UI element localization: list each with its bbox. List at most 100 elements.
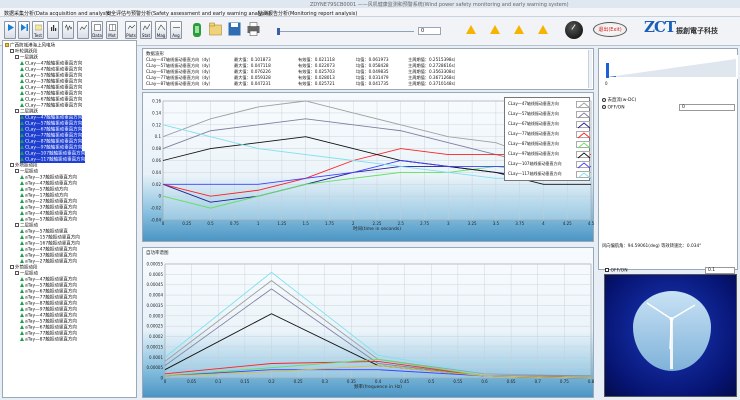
statistics-panel: 数据波形 CLay—47轴线振动垂直方向（dy） 最大值：0.101873 有效值：… [142,48,594,90]
x-tick-label: 2 [352,221,355,226]
checkbox-icon [10,49,14,53]
x-tick-label: 0.35 [347,379,356,384]
sensor-icon [20,73,24,77]
legend-item[interactable]: CLay—57轴线振动垂直方向 [508,111,591,119]
legend-label: CLay—117轴线振动垂直方向 [508,171,562,176]
x-tick-label: 0.55 [453,379,462,384]
legend-swatch [576,131,591,139]
onoff-radio[interactable] [602,105,606,109]
sensor-icon [20,205,24,209]
tree-label: 二层跳跃 [20,109,38,115]
legend-item[interactable]: CLay—117轴线振动垂直方向 [508,171,591,179]
x-tick-label: 1.5 [302,221,309,226]
display-checkbox[interactable] [605,268,609,272]
legend-swatch [576,171,591,179]
legend-swatch [576,161,591,169]
x-tick-label: 0.25 [294,379,303,384]
statistics-cell: 最大值：0.047231 [234,81,271,86]
tree-label: aTay—47触振动竖直方向 [25,313,77,319]
stat-button[interactable]: Stat [140,21,152,39]
remove-dc-radio[interactable] [602,97,606,102]
legend-item[interactable]: CLay—87轴线振动垂直方向 [508,141,591,149]
tree-label: aTay—57触振动方向 [25,187,68,193]
save-disk-icon[interactable] [228,22,241,36]
tree-sensor-item[interactable]: aTay—87触振动竖直方向 [20,337,77,343]
sensor-icon [20,211,24,215]
spectrum-chart: 0 0.00005 0.0001 0.00015 0.0002 0.00025 0.0003… [146,262,594,391]
sensor-icon [20,229,24,233]
exit-button[interactable]: 退出(Exit) [593,22,627,37]
legend-line [577,162,591,169]
legend-item[interactable]: CLay—97轴线振动垂直方向 [508,151,591,159]
x-tick-label: 2.75 [420,221,429,226]
tree-label: aTay—77触振动竖直方向 [25,295,77,301]
progress-value-field[interactable]: 0 [418,27,441,35]
level-slider-min: 0 [605,81,608,86]
data-button[interactable]: Data [91,21,103,39]
menu-monitoring-report[interactable]: 监测报告分析(Monitoring report analysis) [258,10,357,17]
option-value-field[interactable]: 0 [679,104,735,111]
legend-item[interactable]: CLay—77轴线振动垂直方向 [508,131,591,139]
y-tick-label: 0.0004 [149,293,163,298]
signal-button[interactable] [77,21,89,39]
statistics-scrollbar[interactable] [588,50,592,88]
tree-label: aTay—57触振动垂直方向 [25,217,77,223]
y-tick-label: 0.0005 [149,272,163,277]
turbine-view-frame [633,291,711,371]
sensor-icon [20,331,24,335]
plots-button[interactable]: Plots [125,21,137,39]
sensor-icon [20,181,24,185]
spectrum-panel-title: 自功率谱图 [146,251,169,256]
sensor-icon [20,259,24,263]
tree-label: aTay—47触振动垂直方向 [25,211,77,217]
legend-item[interactable]: CLay—47轴线振动垂直方向 [508,101,591,109]
progress-slider-track[interactable] [278,31,414,32]
mag-button[interactable]: Mag [155,21,167,39]
tree-label: aTay—37触振动垂直方向 [25,205,77,211]
tree-label: CLay—47触动振动垂直方向 [25,67,83,73]
control-knob[interactable] [565,21,583,39]
legend-label: CLay—107轴线振动垂直方向 [508,161,562,166]
test-button[interactable]: Test [32,21,44,39]
display-value-field[interactable]: 0.1 [705,267,735,274]
onoff-option[interactable]: OFF/ON [602,105,625,111]
sensor-icon [20,277,24,281]
legend-line [577,142,591,149]
statistics-cell: 有效值：0.025721 [298,81,335,86]
tree-label: aTay—87触振动竖直方向 [25,301,77,307]
sensor-icon [20,121,24,125]
tree-label: CLay—57触轴振动垂直方向 [25,91,83,97]
legend-line-icon [577,132,591,139]
sensor-icon [20,241,24,245]
progress-slider-knob[interactable] [277,28,280,35]
legend-item[interactable]: CLay—67轴线振动垂直方向 [508,121,591,129]
display-toggle[interactable]: OFF/ON [605,268,628,274]
green-battery-icon[interactable] [192,22,202,38]
tree-label: aTay—27触振动垂直方向 [25,199,77,205]
start-button[interactable] [4,21,16,39]
y-tick-label: 0.0003 [149,313,163,318]
sensor-tree: 广西防城港海上风电场 叶轮跳跃段 一层跳跃 CLay—47触轴振动垂直方向 CLay—4… [2,40,137,398]
tree-label: aTay—57触振动竖直方向 [25,283,77,289]
sensor-icon [20,301,24,305]
step-button[interactable] [18,21,30,39]
sensor-icon [20,193,24,197]
level-slider[interactable] [600,55,738,79]
remove-dc-option[interactable]: 去直流(w-DC) [602,97,636,103]
tree-label: aTay—37触振动竖直方向 [25,253,77,259]
avg-button[interactable]: Avg [170,21,182,39]
tree-label: CLay—37触轴振动垂直方向 [25,79,83,85]
wave-button[interactable] [62,21,74,39]
y-tick-label: 0.02 [152,182,161,187]
y-tick-label: 0.00005 [146,365,163,370]
open-folder-icon[interactable] [209,22,222,36]
tree-label: aTay—47触振动竖直方向 [25,247,77,253]
legend-line [577,152,591,159]
menu-data-acquisition[interactable]: 数据采集分析(Data acquisition and analysis) [4,10,111,17]
menu-safety-assessment[interactable]: 安全评估与预警分析(Safety assessment and early wa… [106,10,271,17]
chart-button[interactable] [47,21,59,39]
x-tick-label: 2.5 [398,221,405,226]
mxt-button[interactable]: Mxt [106,21,118,39]
legend-item[interactable]: CLay—107轴线振动垂直方向 [508,161,591,169]
print-icon[interactable] [247,22,260,36]
